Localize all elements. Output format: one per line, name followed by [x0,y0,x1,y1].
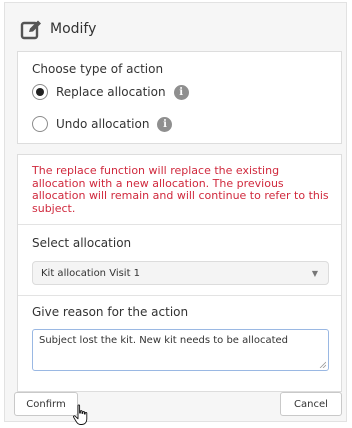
reason-text: Subject lost the kit. New kit needs to b… [39,335,288,346]
action-type-label: Choose type of action [32,62,164,76]
action-type-section: Choose type of action Replace allocation… [17,51,342,144]
divider [18,295,341,296]
divider [18,224,341,225]
chevron-down-icon: ▼ [311,268,318,278]
undo-allocation-label: Undo allocation [56,117,150,131]
radio-selected-dot [36,88,44,96]
confirm-button[interactable]: Confirm [14,392,78,416]
replace-allocation-radio[interactable] [32,84,48,100]
hand-cursor-icon [73,404,88,425]
replace-allocation-option[interactable]: Replace allocation i [32,82,189,102]
allocation-select[interactable]: Kit allocation Visit 1 ▼ [32,261,329,285]
undo-allocation-radio[interactable] [32,116,48,132]
replace-allocation-label: Replace allocation [56,85,166,99]
edit-icon [20,20,41,40]
resize-handle-icon[interactable] [319,361,326,368]
modify-header: Modify [20,16,96,42]
info-icon[interactable]: i [157,116,173,132]
select-allocation-label: Select allocation [32,236,132,250]
allocation-select-value: Kit allocation Visit 1 [41,267,141,279]
replace-warning-text: The replace function will replace the ex… [32,164,329,215]
reason-textarea[interactable]: Subject lost the kit. New kit needs to b… [32,329,329,371]
replace-details-section: The replace function will replace the ex… [17,154,342,392]
info-icon[interactable]: i [173,84,189,100]
cancel-button[interactable]: Cancel [280,392,342,416]
undo-allocation-option[interactable]: Undo allocation i [32,114,173,134]
reason-label: Give reason for the action [32,305,189,319]
page-title: Modify [50,21,97,37]
